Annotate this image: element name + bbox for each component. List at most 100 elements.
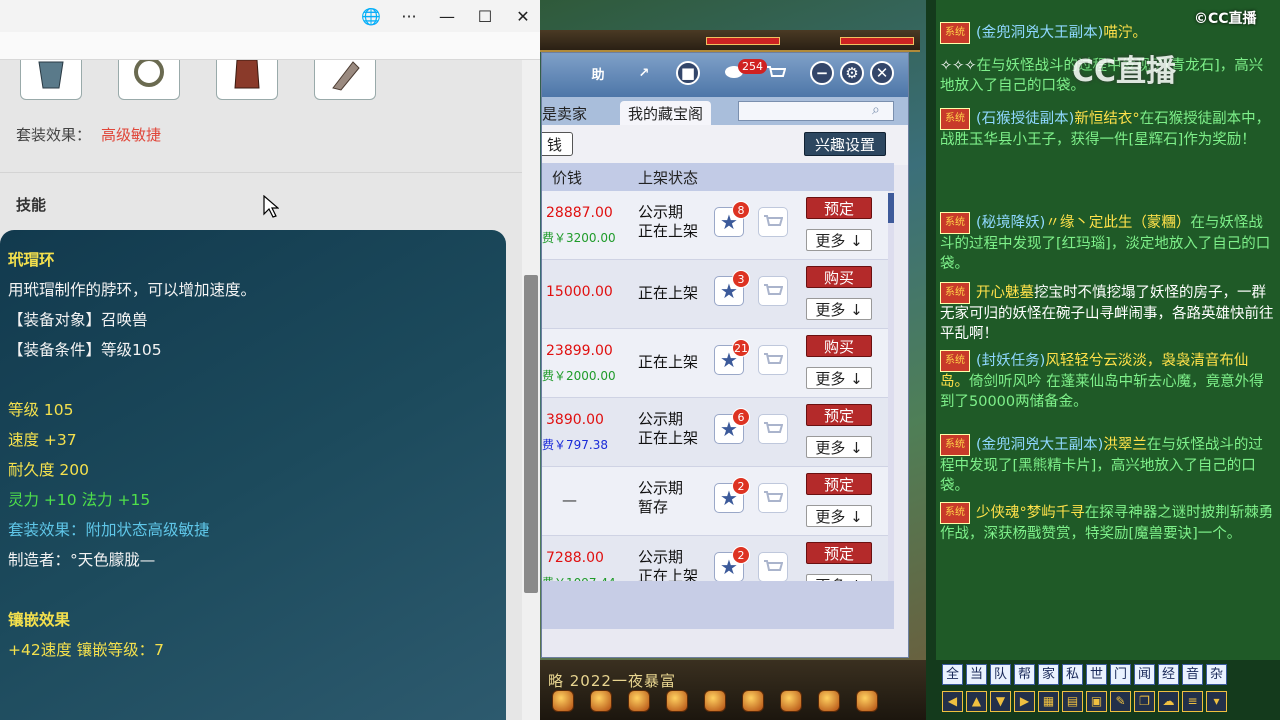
equip-slot[interactable] [20, 60, 82, 100]
listing-row[interactable]: 23899.00 费￥2000.00 正在上架 ★ 21 购买 更多 ↓ [542, 329, 888, 398]
listing-row[interactable]: 3890.00 费￥797.38 公示期 正在上架 ★ 6 预定 更多 ↓ [542, 398, 888, 467]
equipment-slots [20, 60, 376, 100]
screen: 略 2022一夜暴富 🌐 ··· — ☐ ✕ 套装效果： 高级敏捷 技能 玳瑁环… [0, 0, 1280, 720]
cart-glyph-icon [764, 491, 783, 502]
more-dropdown-button[interactable]: 更多 ↓ [806, 436, 872, 458]
item-description: 用玳瑁制作的脖环，可以增加速度。 [8, 281, 257, 299]
status-text: 正在上架 [638, 353, 698, 372]
game-shortcut-icon[interactable] [552, 690, 574, 712]
cart-glyph-icon [764, 215, 783, 226]
buy-button[interactable]: 购买 [806, 266, 872, 288]
tab-my-treasure[interactable]: 我的藏宝阁 [620, 101, 712, 125]
chat-channel-button[interactable]: 全 [942, 664, 963, 685]
stop-icon[interactable]: ■ [676, 61, 700, 85]
cart-icon[interactable] [764, 61, 788, 85]
arrow-right-icon[interactable]: ▶ [1014, 691, 1035, 712]
grid-icon[interactable]: ▦ [1038, 691, 1059, 712]
game-shortcut-icon[interactable] [780, 690, 802, 712]
close-button[interactable]: ✕ [504, 0, 542, 32]
clipboard-icon[interactable]: ▤ [1062, 691, 1083, 712]
game-shortcut-icon[interactable] [704, 690, 726, 712]
listing-row[interactable]: 28887.00 费￥3200.00 公示期 正在上架 ★ 8 预定 更多 ↓ [542, 191, 888, 260]
game-shortcut-icon[interactable] [818, 690, 840, 712]
arrow-down-icon[interactable]: ▼ [990, 691, 1011, 712]
shop-scrollbar-thumb[interactable] [888, 193, 894, 223]
add-to-cart-icon[interactable] [758, 483, 788, 513]
buy-button[interactable]: 购买 [806, 335, 872, 357]
status-line-1: 公示期 [638, 548, 684, 566]
add-to-cart-icon[interactable] [758, 552, 788, 582]
ring-collar-icon [134, 60, 164, 87]
chat-text-segment: (金兜洞兇大王副本) [976, 25, 1104, 41]
chat-channel-button[interactable]: 帮 [1014, 664, 1035, 685]
chat-toolbar: ◀ ▲ ▼ ▶ ▦ ▤ ▣ ✎ ❐ ☁ ≡ ▾ [942, 691, 1227, 712]
settings-icon[interactable]: ⚙ [840, 61, 864, 85]
more-dropdown-button[interactable]: 更多 ↓ [806, 505, 872, 527]
more-dropdown-button[interactable]: 更多 ↓ [806, 367, 872, 389]
more-menu-icon[interactable]: ··· [390, 0, 428, 32]
chat-channel-button[interactable]: 闻 [1134, 664, 1155, 685]
chat-channel-button[interactable]: 家 [1038, 664, 1059, 685]
game-shortcut-icon[interactable] [742, 690, 764, 712]
chat-message: 系统 少侠魂°梦屿千寻在探寻神器之谜时披荆斩棘勇作战，深获杨戬赞赏，特奖励[魔兽要… [940, 502, 1274, 544]
chat-channel-button[interactable]: 当 [966, 664, 987, 685]
translate-icon[interactable]: 🌐 [352, 0, 390, 32]
minimize-dialog-button[interactable]: − [810, 61, 834, 85]
equip-slot[interactable] [314, 60, 376, 100]
arrow-up-icon[interactable]: ▲ [966, 691, 987, 712]
inlay-title: 镶嵌效果 [8, 611, 71, 629]
item-speed: 速度 +37 [8, 431, 77, 449]
filter-button[interactable]: 钱 [542, 132, 574, 156]
interest-settings-button[interactable]: 兴趣设置 [804, 132, 887, 156]
copy-icon[interactable]: ❐ [1134, 691, 1155, 712]
lock-icon[interactable]: ▣ [1086, 691, 1107, 712]
listing-row[interactable]: 15000.00 正在上架 ★ 3 购买 更多 ↓ [542, 260, 888, 329]
chat-channel-button[interactable]: 世 [1086, 664, 1107, 685]
close-dialog-button[interactable]: ✕ [870, 61, 894, 85]
more-dropdown-button[interactable]: 更多 ↓ [806, 229, 872, 251]
add-to-cart-icon[interactable] [758, 345, 788, 375]
more-dropdown-button[interactable]: 更多 ↓ [806, 298, 872, 320]
game-shortcut-icon[interactable] [666, 690, 688, 712]
chat-channel-button[interactable]: 经 [1158, 664, 1179, 685]
reserve-button[interactable]: 预定 [806, 197, 872, 219]
chat-channel-button[interactable]: 杂 [1206, 664, 1227, 685]
price-value: 15000.00 [546, 284, 613, 300]
chat-channel-button[interactable]: 门 [1110, 664, 1131, 685]
reserve-button[interactable]: 预定 [806, 404, 872, 426]
chat-channel-button[interactable]: 音 [1182, 664, 1203, 685]
status-text: 公示期 正在上架 [638, 203, 698, 241]
game-shortcut-icon[interactable] [590, 690, 612, 712]
search-icon[interactable]: ⌕ [872, 102, 880, 118]
list-icon[interactable]: ≡ [1182, 691, 1203, 712]
chat-text-segment: 倚剑听风吟 在蓬莱仙岛中斩去心魔，竟意外得到了50000两储备金。 [940, 374, 1264, 410]
add-to-cart-icon[interactable] [758, 207, 788, 237]
maximize-button[interactable]: ☐ [466, 0, 504, 32]
game-shortcut-icon[interactable] [856, 690, 878, 712]
add-to-cart-icon[interactable] [758, 414, 788, 444]
shop-scrollbar[interactable] [888, 193, 894, 581]
reserve-button[interactable]: 预定 [806, 542, 872, 564]
chat-channel-button[interactable]: 私 [1062, 664, 1083, 685]
equip-slot[interactable] [216, 60, 278, 100]
add-to-cart-icon[interactable] [758, 276, 788, 306]
listing-row[interactable]: — 公示期 暂存 ★ 2 预定 更多 ↓ [542, 467, 888, 536]
scrollbar-thumb[interactable] [524, 275, 538, 593]
bubble-icon[interactable]: ☁ [1158, 691, 1179, 712]
search-input[interactable] [738, 101, 894, 121]
minimize-button[interactable]: — [428, 0, 466, 32]
reserve-button[interactable]: 预定 [806, 473, 872, 495]
fee-value: 费￥2000.00 [542, 369, 616, 383]
cart-glyph-icon [764, 560, 783, 571]
chat-channel-button[interactable]: 队 [990, 664, 1011, 685]
arrow-left-icon[interactable]: ◀ [942, 691, 963, 712]
share-icon[interactable]: ↗ [632, 61, 656, 85]
tab-seller[interactable]: 是卖家 [542, 101, 595, 125]
chat-message: 系统 (石猴授徒副本)新恒结衣°在石猴授徒副本中，战胜玉华县小王子，获得一件[星辉… [940, 108, 1274, 150]
equip-slot[interactable] [118, 60, 180, 100]
brush-icon[interactable]: ✎ [1110, 691, 1131, 712]
game-shortcut-icon[interactable] [628, 690, 650, 712]
dropdown-icon[interactable]: ▾ [1206, 691, 1227, 712]
help-button[interactable]: 助 [586, 61, 610, 85]
favorite-count-badge: 6 [732, 408, 750, 426]
